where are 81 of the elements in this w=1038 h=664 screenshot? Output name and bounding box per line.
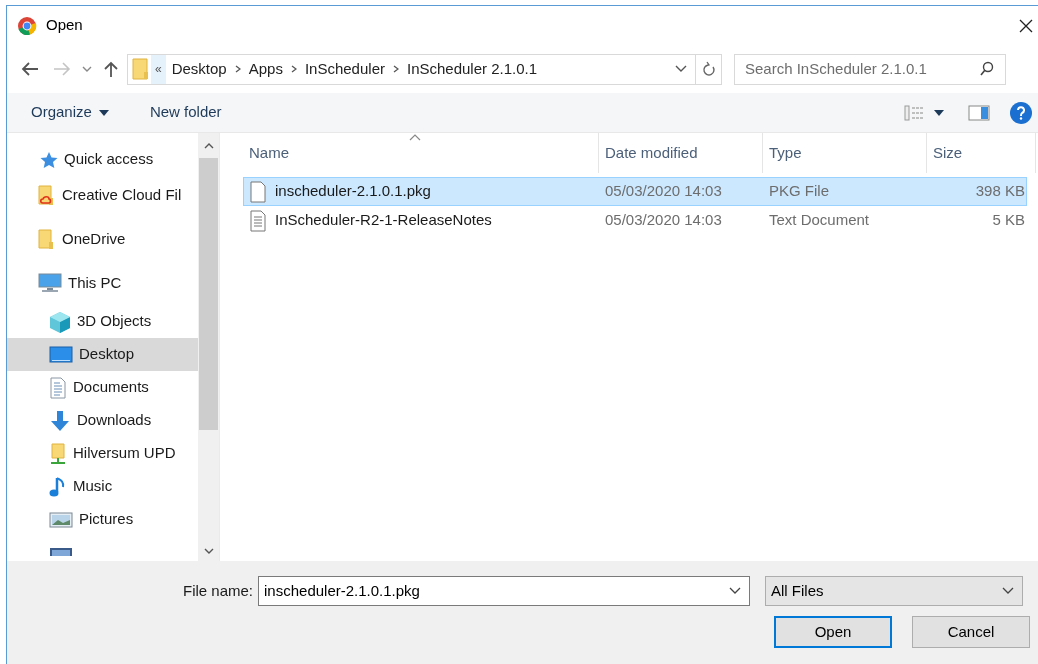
- breadcrumb[interactable]: InScheduler: [304, 57, 385, 81]
- preview-pane-icon: [968, 104, 990, 121]
- breadcrumb[interactable]: Apps: [248, 57, 283, 81]
- scrollbar[interactable]: [198, 133, 219, 561]
- table-cell-text: 398 KB: [974, 181, 1025, 202]
- breadcrumb[interactable]: Desktop: [171, 57, 227, 81]
- chevron-right-icon: [234, 65, 241, 73]
- star-icon: [38, 150, 58, 169]
- picture-icon: [49, 510, 73, 529]
- cube-icon: [49, 310, 71, 333]
- monitor-icon: [38, 273, 62, 293]
- file-row[interactable]: InScheduler-R2-1-ReleaseNotes 05/03/2020 14:03 Text Document 5 KB: [243, 206, 1027, 235]
- sidebar-item[interactable]: Quick access: [7, 146, 198, 173]
- browser-logo-icon: [17, 15, 37, 36]
- details-view-icon: [904, 104, 924, 121]
- sidebar-item[interactable]: This PC: [7, 261, 198, 305]
- back-arrow-icon: [20, 61, 40, 77]
- cancel-button[interactable]: Cancel: [912, 616, 1030, 648]
- close-icon: [1018, 17, 1034, 34]
- view-options-button[interactable]: [904, 104, 944, 121]
- document-icon: [49, 376, 67, 399]
- folder-icon: [38, 228, 56, 250]
- chevron-down-icon: [203, 547, 214, 555]
- sidebar-item[interactable]: Creative Cloud Fil: [7, 173, 198, 217]
- caret-icon: [98, 109, 109, 116]
- file-type-dropdown[interactable]: All Files: [765, 576, 1024, 606]
- breadcrumb[interactable]: InScheduler 2.1.0.1: [407, 57, 538, 81]
- music-note-icon: [49, 475, 67, 498]
- search-icon: [979, 61, 995, 77]
- search-field[interactable]: Search InScheduler 2.1.0.1: [734, 53, 1006, 85]
- chevron-right-icon: [290, 65, 297, 73]
- folder-icon: [38, 184, 56, 206]
- column-header[interactable]: Date modified: [599, 133, 763, 173]
- chevron-down-icon: [82, 65, 92, 73]
- scrollbar-thumb[interactable]: [199, 158, 218, 430]
- file-name: InScheduler-R2-1-ReleaseNotes: [275, 210, 492, 231]
- sidebar-item[interactable]: 3D Objects: [7, 305, 198, 338]
- open-button[interactable]: Open: [774, 616, 892, 648]
- file-icon: [250, 180, 266, 203]
- folder-icon: [131, 57, 151, 81]
- question-mark-icon: [1016, 105, 1026, 120]
- field-label: File name:: [183, 580, 254, 601]
- file-name-field[interactable]: inscheduler-2.1.0.1.pkg: [258, 576, 751, 606]
- download-icon: [49, 409, 71, 432]
- table-cell-text: Text Document: [768, 210, 871, 231]
- table-cell-text: 05/03/2020 14:03: [604, 181, 723, 202]
- new-folder-button[interactable]: New folder: [149, 101, 222, 124]
- desktop-icon: [49, 345, 73, 364]
- caret-icon: [934, 109, 944, 116]
- address-bar[interactable]: « Desktop Apps InScheduler InScheduler 2.1.0.1: [127, 53, 722, 85]
- organize-button[interactable]: Organize: [31, 101, 109, 124]
- chevron-down-icon: [1002, 587, 1015, 595]
- file-row[interactable]: inscheduler-2.1.0.1.pkg 05/03/2020 14:03 PKG File 398 KB: [243, 177, 1027, 206]
- sidebar-item[interactable]: Pictures: [7, 503, 198, 536]
- table-cell-text: PKG File: [768, 181, 830, 202]
- sidebar-item[interactable]: OneDrive: [7, 217, 198, 261]
- sidebar-item[interactable]: Desktop: [7, 338, 198, 371]
- overflow-chevron[interactable]: «: [151, 54, 166, 84]
- chevron-down-icon: [729, 587, 742, 595]
- chevron-down-icon: [675, 65, 687, 73]
- sidebar-item[interactable]: Hilversum UPD: [7, 437, 198, 470]
- column-header[interactable]: Name: [243, 133, 599, 173]
- network-folder-icon: [49, 442, 67, 465]
- forward-arrow-icon: [52, 61, 72, 77]
- refresh-icon: [701, 61, 716, 77]
- sidebar-item[interactable]: Music: [7, 470, 198, 503]
- up-arrow-icon: [103, 60, 119, 78]
- film-icon: [49, 546, 73, 556]
- file-name: inscheduler-2.1.0.1.pkg: [275, 181, 431, 202]
- table-cell-text: 5 KB: [991, 210, 1025, 231]
- sidebar-item[interactable]: Documents: [7, 371, 198, 404]
- column-header[interactable]: Size: [927, 133, 1036, 173]
- window-title: Open: [46, 15, 83, 36]
- sidebar-item[interactable]: Downloads: [7, 404, 198, 437]
- chevron-up-icon: [203, 142, 214, 150]
- table-cell-text: 05/03/2020 14:03: [604, 210, 723, 231]
- chevron-right-icon: [393, 65, 399, 73]
- column-header[interactable]: Type: [763, 133, 927, 173]
- text-file-icon: [250, 209, 266, 232]
- sort-indicator-icon: [409, 134, 421, 141]
- help-icon[interactable]: [1010, 101, 1032, 124]
